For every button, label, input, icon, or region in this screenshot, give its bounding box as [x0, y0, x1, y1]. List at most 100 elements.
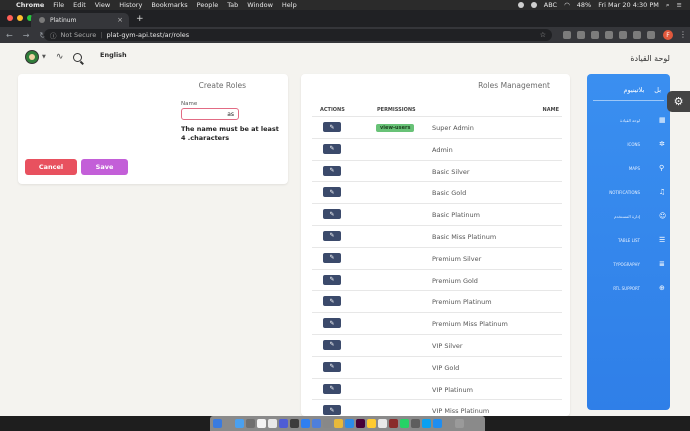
sidebar-brand[interactable]: بلاتينيوم بل [624, 86, 662, 94]
create-roles-title: Create Roles [198, 81, 246, 90]
search-icon[interactable] [73, 52, 83, 62]
app-icon[interactable] [389, 419, 398, 428]
edit-button[interactable]: ✎ [323, 187, 341, 198]
tab-platinum[interactable]: Platinum × [31, 13, 129, 27]
finder-icon[interactable] [213, 419, 222, 428]
pencil-icon: ✎ [329, 385, 335, 393]
chevron-down-icon[interactable]: ▼ [42, 54, 46, 60]
status-icon[interactable] [517, 2, 524, 8]
edit-button[interactable]: ✎ [323, 318, 341, 329]
settings-gear-icon[interactable]: ⚙ [667, 91, 690, 112]
menu-list-icon[interactable]: ≡ [677, 1, 682, 9]
not-secure-icon[interactable]: ⓘ [50, 30, 57, 40]
terminal-icon[interactable] [290, 419, 299, 428]
menu-bookmarks[interactable]: Bookmarks [151, 1, 187, 9]
wifi-icon[interactable]: ◠ [564, 1, 570, 9]
app-icon[interactable] [411, 419, 420, 428]
extension-icon[interactable] [563, 31, 571, 39]
status-icon[interactable] [530, 2, 537, 8]
minimize-window-button[interactable] [17, 15, 23, 21]
safari-icon[interactable] [235, 419, 244, 428]
menu-tab[interactable]: Tab [227, 1, 238, 9]
chrome-icon[interactable] [334, 419, 343, 428]
favicon-icon [39, 17, 45, 23]
sidebar-item-rtl-support[interactable]: RTL SUPPORT ⊕ [587, 284, 670, 296]
trash-icon[interactable] [455, 419, 464, 428]
forward-icon[interactable]: → [23, 31, 30, 40]
name-input[interactable] [181, 108, 239, 120]
extension-icon[interactable] [591, 31, 599, 39]
profile-avatar[interactable]: F [663, 30, 673, 40]
input-source[interactable]: ABC [544, 1, 557, 9]
edit-button[interactable]: ✎ [323, 165, 341, 176]
edit-button[interactable]: ✎ [323, 230, 341, 241]
menu-view[interactable]: View [95, 1, 110, 9]
cancel-button[interactable]: Cancel [25, 159, 77, 175]
sidebar-item-table-list[interactable]: TABLE LIST ☰ [587, 236, 670, 248]
edit-button[interactable]: ✎ [323, 296, 341, 307]
url-bar[interactable]: ⓘ Not Secure | plat-gym-api.test/ar/role… [44, 29, 552, 41]
sidebar-item-dashboard[interactable]: لوحة القيادة ▦ [587, 116, 670, 128]
app-icon[interactable] [345, 419, 354, 428]
vscode-icon[interactable] [301, 419, 310, 428]
language-switch[interactable]: English [100, 51, 127, 59]
sidebar-item-maps[interactable]: MAPS ⚲ [587, 164, 670, 176]
sidebar-item-notifications[interactable]: NOTIFICATIONS ♫ [587, 188, 670, 200]
mac-menubar: Chrome File Edit View History Bookmarks … [0, 0, 690, 10]
url-text: plat-gym-api.test/ar/roles [106, 31, 190, 39]
edit-button[interactable]: ✎ [323, 122, 341, 132]
extension-icon[interactable] [619, 31, 627, 39]
clock[interactable]: Fri Mar 20 4:30 PM [598, 1, 659, 9]
activity-icon[interactable]: ∿ [56, 52, 64, 62]
settings-icon[interactable] [323, 419, 332, 428]
user-avatar[interactable] [25, 50, 39, 64]
edit-button[interactable]: ✎ [323, 361, 341, 372]
menu-app[interactable]: Chrome [16, 1, 44, 9]
back-icon[interactable]: ← [6, 31, 13, 40]
menu-history[interactable]: History [119, 1, 142, 9]
calendar-icon[interactable] [257, 419, 266, 428]
role-name: Basic Miss Platinum [432, 232, 497, 241]
battery-level[interactable]: 48% [577, 1, 591, 9]
bookmark-star-icon[interactable]: ☆ [540, 31, 546, 39]
edit-button[interactable]: ✎ [323, 143, 341, 154]
skype-icon[interactable] [433, 419, 442, 428]
extension-icon[interactable] [577, 31, 585, 39]
close-tab-icon[interactable]: × [117, 16, 123, 24]
table-row: ✎ Premium Silver [312, 246, 562, 269]
page-brand[interactable]: لوحة القيادة [630, 54, 670, 63]
save-button[interactable]: Save [81, 159, 128, 175]
launchpad-icon[interactable] [224, 419, 233, 428]
menu-people[interactable]: People [197, 1, 219, 9]
notes-icon[interactable] [268, 419, 277, 428]
edit-button[interactable]: ✎ [323, 209, 341, 220]
edit-button[interactable]: ✎ [323, 339, 341, 350]
sidebar-item-user-management[interactable]: إدارة المستخدم ☺ [587, 212, 670, 224]
sidebar-item-icons[interactable]: ICONS ✲ [587, 140, 670, 152]
menu-file[interactable]: File [53, 1, 64, 9]
extension-icon[interactable] [633, 31, 641, 39]
app-store-icon[interactable] [312, 419, 321, 428]
sidebar-item-typography[interactable]: TYPOGRAPHY ≣ [587, 260, 670, 272]
adobe-xd-icon[interactable] [356, 419, 365, 428]
more-menu-icon[interactable]: ⋮ [679, 30, 687, 39]
app-icon[interactable] [378, 419, 387, 428]
search-icon[interactable]: ⌕ [666, 1, 670, 10]
edit-button[interactable]: ✎ [323, 383, 341, 394]
app-icon[interactable] [246, 419, 255, 428]
whatsapp-icon[interactable] [400, 419, 409, 428]
sketch-icon[interactable] [367, 419, 376, 428]
menu-window[interactable]: Window [247, 1, 273, 9]
menu-edit[interactable]: Edit [73, 1, 86, 9]
edit-button[interactable]: ✎ [323, 274, 341, 285]
extension-icon[interactable] [605, 31, 613, 39]
edit-button[interactable]: ✎ [323, 252, 341, 263]
edit-button[interactable]: ✎ [323, 405, 341, 416]
app-icon[interactable] [422, 419, 431, 428]
extension-icon[interactable] [647, 31, 655, 39]
close-window-button[interactable] [7, 15, 13, 21]
menu-help[interactable]: Help [282, 1, 297, 9]
new-tab-button[interactable]: + [136, 14, 144, 24]
app-icon[interactable] [444, 419, 453, 428]
app-icon[interactable] [279, 419, 288, 428]
